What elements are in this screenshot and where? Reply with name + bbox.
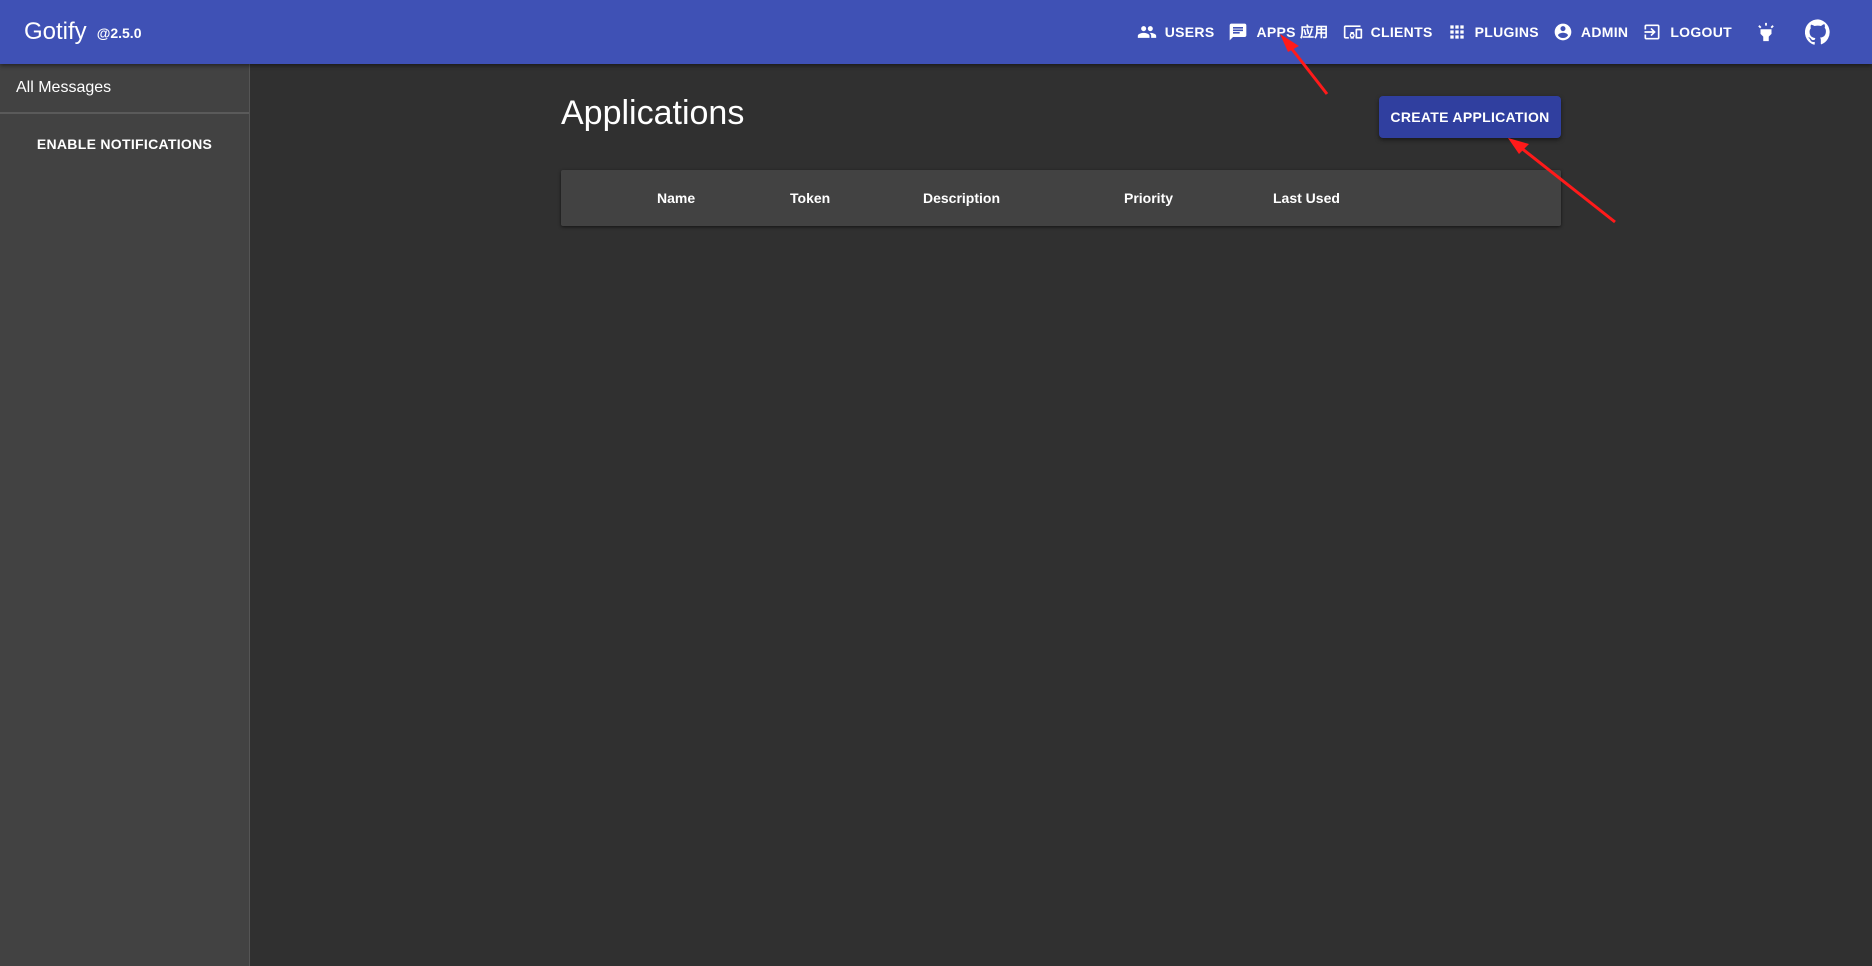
users-icon	[1137, 26, 1156, 38]
logout-icon	[1644, 24, 1660, 40]
sidebar-item-all-messages[interactable]: All Messages	[0, 64, 249, 114]
theme-toggle-button[interactable]	[1742, 8, 1790, 56]
apps-grid-icon	[1449, 25, 1464, 39]
column-header-priority[interactable]: Priority	[1124, 170, 1173, 226]
top-nav: USERS APPS 应用 CLIENTS PLUGINS ADMIN LOGO…	[1129, 0, 1842, 64]
app-bar: Gotify @2.5.0 USERS APPS 应用 CLIENTS PLUG…	[0, 0, 1872, 64]
app-version: @2.5.0	[96, 25, 142, 41]
github-link-button[interactable]	[1794, 8, 1842, 56]
nav-admin-button[interactable]: ADMIN	[1547, 14, 1634, 50]
nav-plugins-button[interactable]: PLUGINS	[1441, 14, 1545, 50]
nav-logout-label: LOGOUT	[1670, 24, 1732, 40]
column-header-token[interactable]: Token	[790, 170, 830, 226]
nav-apps-label: APPS 应用	[1256, 24, 1329, 40]
nav-users-label: USERS	[1164, 24, 1215, 40]
page-title: Applications	[561, 94, 745, 132]
enable-notifications-button[interactable]: ENABLE NOTIFICATIONS	[0, 126, 249, 162]
nav-logout-button[interactable]: LOGOUT	[1636, 14, 1738, 50]
nav-plugins-label: PLUGINS	[1474, 24, 1539, 40]
create-application-button[interactable]: CREATE APPLICATION	[1379, 96, 1561, 138]
highlight-icon	[1758, 22, 1774, 42]
column-header-description[interactable]: Description	[923, 170, 1000, 226]
app-title[interactable]: Gotify	[24, 18, 87, 46]
nav-admin-label: ADMIN	[1580, 24, 1629, 40]
nav-users-button[interactable]: USERS	[1131, 14, 1221, 50]
annotation-arrows	[1280, 34, 1616, 224]
brand: Gotify @2.5.0	[24, 0, 141, 64]
sidebar: All Messages ENABLE NOTIFICATIONS	[0, 64, 250, 966]
column-header-name[interactable]: Name	[657, 170, 695, 226]
github-icon	[1805, 19, 1830, 45]
nav-clients-button[interactable]: CLIENTS	[1337, 14, 1439, 50]
applications-table: Name Token Description Priority Last Use…	[561, 170, 1561, 226]
nav-clients-label: CLIENTS	[1370, 24, 1433, 40]
nav-apps-button[interactable]: APPS 应用	[1222, 14, 1334, 50]
column-header-last-used[interactable]: Last Used	[1273, 170, 1340, 226]
chat-icon	[1230, 23, 1247, 41]
devices-icon	[1343, 25, 1362, 39]
account-circle-icon	[1554, 23, 1572, 41]
